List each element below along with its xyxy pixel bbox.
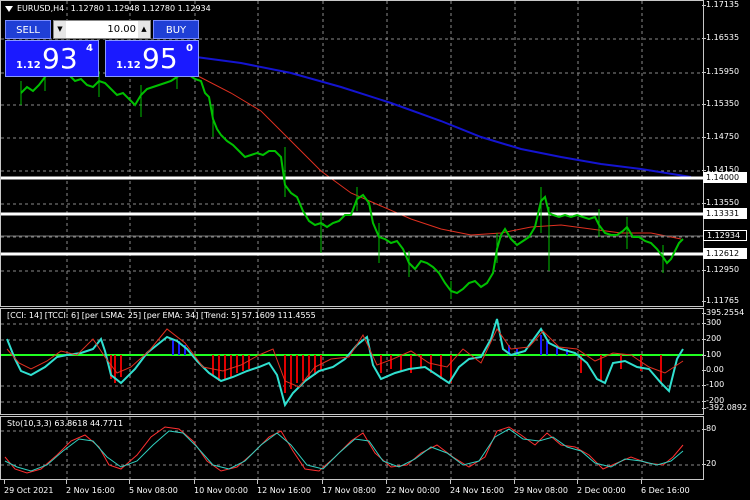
cci-indicator-pane[interactable]: [CCI: 14] [TCCI: 6] [per LSMA: 25] [per … (0, 308, 704, 415)
sell-quote-big: 93 (42, 42, 78, 75)
stochastic-axis-label: 80 (701, 424, 717, 433)
buy-button[interactable]: BUY (153, 20, 199, 39)
time-axis-label: 5 Nov 08:00 (129, 480, 178, 495)
cci-axis-label: 395.2554 (701, 308, 745, 317)
one-click-trading-panel: SELL ▼ ▲ BUY 1.12 93 4 1.12 95 0 (5, 20, 199, 77)
chart-menu-icon[interactable] (4, 4, 14, 14)
cci-axis-label: 0.00 (702, 365, 724, 374)
level-price-label[interactable]: 1.13331 (703, 208, 747, 219)
buy-quote-button[interactable]: 1.12 95 0 (105, 40, 199, 77)
symbol-timeframe-text: EURUSD,H4 (17, 4, 65, 13)
time-axis-label: 29 Nov 08:00 (514, 480, 568, 495)
price-axis-label: 1.13550 (701, 198, 740, 207)
time-axis-label: 22 Nov 00:00 (386, 480, 440, 495)
price-axis-label: 1.15350 (701, 99, 740, 108)
price-axis-label: 1.16535 (701, 33, 740, 42)
price-candles (20, 65, 684, 299)
time-axis-label: 12 Nov 16:00 (257, 480, 311, 495)
cci-axis-label: 100 (701, 350, 722, 359)
slow-moving-average (195, 56, 692, 178)
level-price-label[interactable]: 1.14000 (703, 172, 747, 183)
stochastic-indicator-label: Sto(10,3,3) 63.8618 44.7711 (7, 419, 124, 428)
buy-quote-prefix: 1.12 (116, 60, 141, 71)
time-axis-label: 6 Dec 16:00 (641, 480, 690, 495)
time-axis-label: 2 Nov 16:00 (66, 480, 115, 495)
price-axis-label: 1.17135 (701, 0, 740, 9)
price-axis-label: 1.11765 (701, 296, 740, 305)
price-axis-label: 1.15950 (701, 67, 740, 76)
cci-axis-label: -100 (701, 380, 725, 389)
stochastic-indicator-pane[interactable]: Sto(10,3,3) 63.8618 44.7711 (0, 416, 704, 480)
lot-increase-icon[interactable]: ▲ (138, 21, 150, 38)
ohlc-values-text: 1.12780 1.12948 1.12780 1.12934 (70, 4, 211, 13)
chart-symbol-label: EURUSD,H4 1.12780 1.12948 1.12780 1.1293… (17, 4, 211, 13)
time-axis-label: 24 Nov 16:00 (450, 480, 504, 495)
sell-quote-prefix: 1.12 (16, 60, 41, 71)
cci-axis-label: -392.0892 (701, 403, 748, 412)
buy-quote-big: 95 (142, 42, 178, 75)
sell-quote-button[interactable]: 1.12 93 4 (5, 40, 99, 77)
cci-axis-label: 300 (701, 318, 722, 327)
cci-axis-label: 200 (701, 334, 722, 343)
time-axis-label: 29 Oct 2021 (4, 480, 54, 495)
buy-quote-sup: 0 (186, 43, 193, 54)
lot-size-control: ▼ ▲ (53, 20, 151, 39)
sell-quote-sup: 4 (86, 43, 93, 54)
candle-wicks (20, 65, 664, 299)
current-price-tag: 1.12934 (703, 230, 747, 241)
lot-decrease-icon[interactable]: ▼ (54, 21, 66, 38)
lot-size-input[interactable] (68, 22, 136, 36)
cci-canvas (1, 309, 703, 414)
stochastic-main-line (4, 426, 684, 474)
time-axis-label: 17 Nov 08:00 (322, 480, 376, 495)
time-axis-label: 10 Nov 00:00 (194, 480, 248, 495)
price-axis-label: 1.12950 (701, 265, 740, 274)
cci-indicator-label: [CCI: 14] [TCCI: 6] [per LSMA: 25] [per … (7, 311, 316, 320)
price-axis-label: 1.14750 (701, 132, 740, 141)
level-price-label[interactable]: 1.12612 (703, 248, 747, 259)
sell-button[interactable]: SELL (5, 20, 51, 39)
stochastic-axis-label: 20 (701, 459, 717, 468)
time-axis-label: 2 Dec 00:00 (577, 480, 626, 495)
